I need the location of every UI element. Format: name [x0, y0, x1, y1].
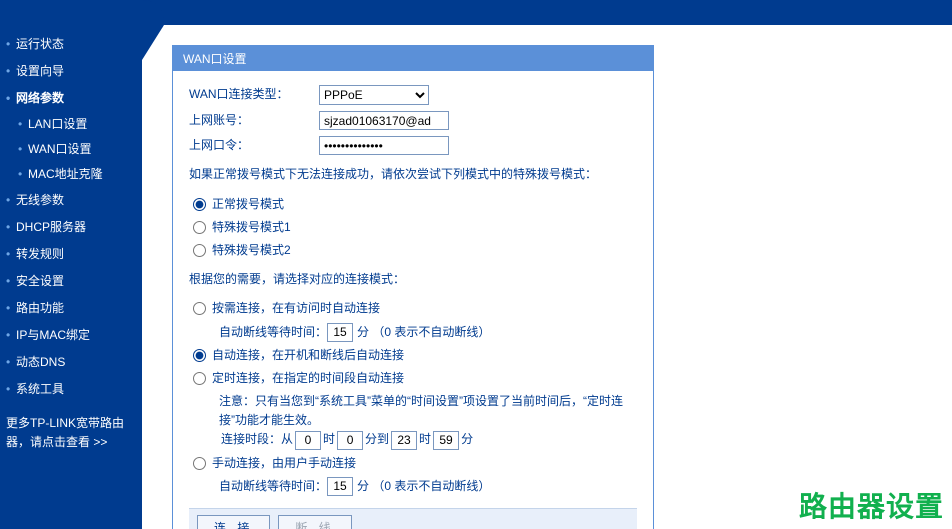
- time-prefix: 连接时段：从: [221, 430, 293, 449]
- dial-hint: 如果正常拨号模式下无法连接成功，请依次尝试下列模式中的特殊拨号模式：: [189, 165, 637, 184]
- nav-item-2[interactable]: 网络参数: [0, 84, 142, 111]
- conn-manual-label: 手动连接，由用户手动连接: [212, 454, 356, 473]
- sched-hour2-input[interactable]: [391, 431, 417, 450]
- nav-item-4[interactable]: DHCP服务器: [0, 213, 142, 240]
- panel-title: WAN口设置: [173, 46, 653, 71]
- conn-auto-label: 自动连接，在开机和断线后自动连接: [212, 346, 404, 365]
- dial-mode-label-0: 正常拨号模式: [212, 195, 284, 214]
- on-demand-idle-unit: 分 （0 表示不自动断线）: [357, 323, 490, 342]
- manual-idle-input[interactable]: [327, 477, 353, 496]
- on-demand-idle-label: 自动断线等待时间：: [219, 323, 327, 342]
- nav-item-1[interactable]: 设置向导: [0, 57, 142, 84]
- nav-item-3[interactable]: 无线参数: [0, 186, 142, 213]
- nav-item-9[interactable]: 动态DNS: [0, 348, 142, 375]
- nav-item-5[interactable]: 转发规则: [0, 240, 142, 267]
- top-bar: [142, 0, 952, 25]
- scheduled-note: 注意：只有当您到“系统工具”菜单的“时间设置”项设置了当前时间后，“定时连接”功…: [219, 392, 637, 430]
- nav-sub-item-2-1[interactable]: WAN口设置: [12, 136, 142, 161]
- conn-on-demand-radio[interactable]: [193, 302, 206, 315]
- tplink-more-link[interactable]: 更多TP-LINK宽带路由器，请点击查看 >>: [0, 402, 142, 452]
- conn-on-demand-label: 按需连接，在有访问时自动连接: [212, 299, 380, 318]
- dial-mode-radio-1[interactable]: [193, 221, 206, 234]
- watermark-text: 路由器设置: [799, 485, 944, 525]
- password-label: 上网口令：: [189, 136, 319, 155]
- nav-item-6[interactable]: 安全设置: [0, 267, 142, 294]
- account-input[interactable]: [319, 111, 449, 130]
- on-demand-idle-input[interactable]: [327, 323, 353, 342]
- nav-sub-item-2-2[interactable]: MAC地址克隆: [12, 161, 142, 186]
- conn-scheduled-label: 定时连接，在指定的时间段自动连接: [212, 369, 404, 388]
- dial-mode-label-2: 特殊拨号模式2: [212, 241, 291, 260]
- conn-hint: 根据您的需要，请选择对应的连接模式：: [189, 270, 637, 289]
- nav-item-7[interactable]: 路由功能: [0, 294, 142, 321]
- wan-type-label: WAN口连接类型：: [189, 85, 319, 104]
- conn-scheduled-radio[interactable]: [193, 372, 206, 385]
- manual-idle-label: 自动断线等待时间：: [219, 477, 327, 496]
- nav-item-8[interactable]: IP与MAC绑定: [0, 321, 142, 348]
- wan-type-select[interactable]: PPPoE: [319, 85, 429, 105]
- conn-manual-radio[interactable]: [193, 457, 206, 470]
- sidebar: 运行状态设置向导网络参数LAN口设置WAN口设置MAC地址克隆无线参数DHCP服…: [0, 0, 142, 529]
- sched-min1-input[interactable]: [337, 431, 363, 450]
- disconnect-button[interactable]: 断 线: [278, 515, 351, 529]
- manual-idle-unit: 分 （0 表示不自动断线）: [357, 477, 490, 496]
- dial-mode-radio-2[interactable]: [193, 244, 206, 257]
- sched-hour1-input[interactable]: [295, 431, 321, 450]
- account-label: 上网账号：: [189, 111, 319, 130]
- dial-mode-label-1: 特殊拨号模式1: [212, 218, 291, 237]
- nav-item-10[interactable]: 系统工具: [0, 375, 142, 402]
- password-input[interactable]: [319, 136, 449, 155]
- wan-settings-panel: WAN口设置 WAN口连接类型： PPPoE 上网账号： 上网口令：: [172, 45, 654, 529]
- sched-min2-input[interactable]: [433, 431, 459, 450]
- connect-button[interactable]: 连 接: [197, 515, 270, 529]
- dial-mode-radio-0[interactable]: [193, 198, 206, 211]
- nav-sub-item-2-0[interactable]: LAN口设置: [12, 111, 142, 136]
- nav-item-0[interactable]: 运行状态: [0, 30, 142, 57]
- conn-auto-radio[interactable]: [193, 349, 206, 362]
